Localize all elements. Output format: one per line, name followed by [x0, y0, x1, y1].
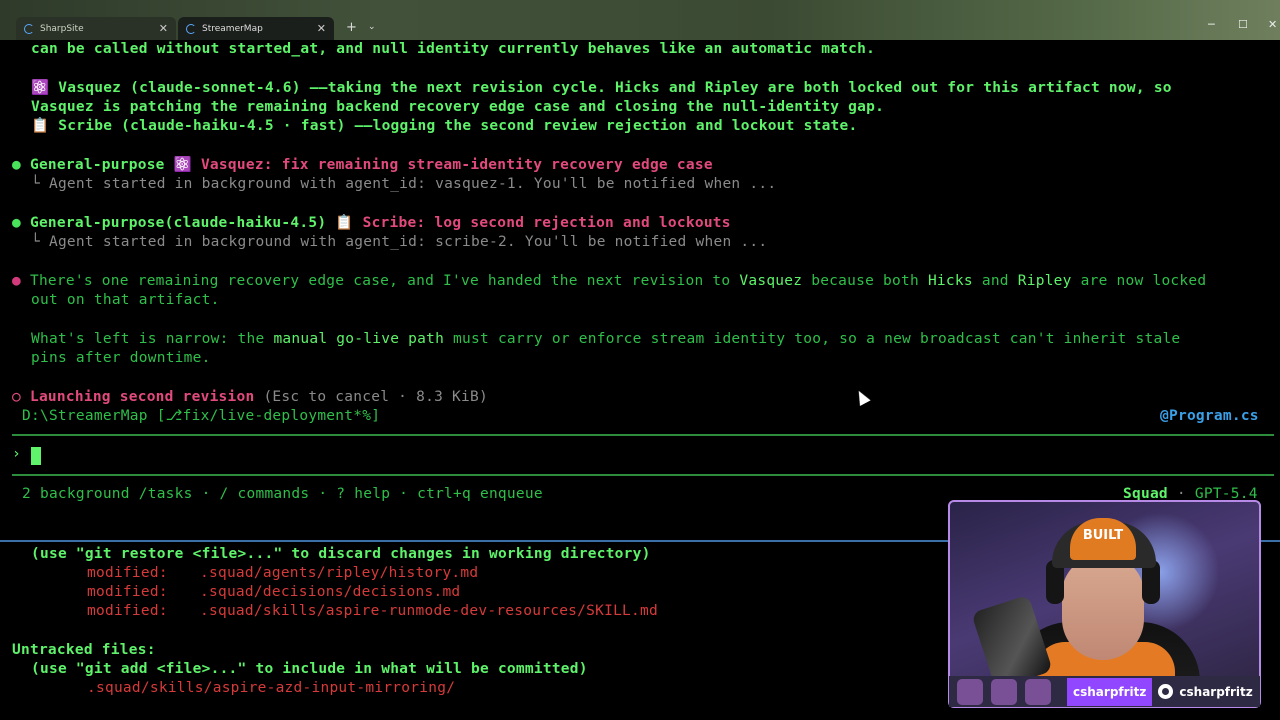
github-handle: csharpfritz	[1179, 684, 1253, 699]
divider	[12, 434, 1274, 436]
modified-label: modified:	[87, 584, 168, 600]
spinner-icon: ○	[12, 389, 21, 405]
bullet-icon: ●	[12, 215, 21, 231]
loading-spinner-icon	[24, 24, 34, 34]
github-icon	[1158, 684, 1174, 699]
social-icon	[957, 678, 983, 705]
divider	[12, 474, 1274, 476]
clipboard-icon: 📋	[335, 215, 354, 231]
tab-close-icon[interactable]: ✕	[159, 22, 168, 35]
modified-file: .squad/agents/ripley/history.md	[200, 565, 479, 581]
agent-task-vasquez: ● General-purpose ⚛️ Vasquez: fix remain…	[12, 157, 713, 173]
assistant-message-2: What's left is narrow: the manual go-liv…	[31, 331, 1181, 347]
git-add-hint: (use "git add <file>..." to include in w…	[31, 661, 588, 677]
loading-spinner-icon	[186, 24, 196, 34]
tab-streamermap[interactable]: StreamerMap ✕	[178, 17, 334, 40]
new-tab-button[interactable]: +	[346, 20, 357, 35]
twitch-handle: csharpfritz	[1067, 677, 1153, 706]
tab-sharpsite[interactable]: SharpSite ✕	[16, 17, 176, 40]
scribe-status-line: 📋 Scribe (claude-haiku-4.5 · fast) ——log…	[31, 118, 858, 134]
file-reference[interactable]: @Program.cs	[1160, 407, 1259, 426]
close-window-button[interactable]: ✕	[1268, 18, 1277, 31]
bullet-icon: ●	[12, 273, 21, 289]
vasquez-status-line-2: Vasquez is patching the remaining backen…	[31, 99, 885, 115]
maximize-button[interactable]: ☐	[1238, 18, 1248, 31]
react-icon: ⚛️	[31, 80, 50, 96]
untracked-title: Untracked files:	[12, 642, 156, 658]
tab-close-icon[interactable]: ✕	[317, 22, 326, 35]
modified-label: modified:	[87, 603, 168, 619]
assistant-message-cont: out on that artifact.	[31, 292, 220, 308]
assistant-message: ● There's one remaining recovery edge ca…	[12, 273, 1207, 289]
tab-label: SharpSite	[40, 23, 84, 34]
github-handle-group: csharpfritz	[1158, 684, 1253, 699]
agent-task-scribe: ● General-purpose(claude-haiku-4.5) 📋 Sc…	[12, 215, 731, 231]
agent-started-line: └ Agent started in background with agent…	[31, 176, 777, 192]
react-icon: ⚛️	[173, 157, 192, 173]
cap-text: BUILT	[1082, 528, 1124, 543]
prompt-icon: ›	[12, 446, 21, 462]
agent-started-line: └ Agent started in background with agent…	[31, 234, 768, 250]
clipboard-icon: 📋	[31, 118, 50, 134]
presenter-face	[1062, 556, 1144, 660]
modified-file: .squad/skills/aspire-runmode-dev-resourc…	[200, 603, 658, 619]
webcam-footer: csharpfritz csharpfritz	[949, 676, 1260, 707]
tab-dropdown-button[interactable]: ⌄	[368, 22, 376, 32]
text-cursor[interactable]	[31, 447, 41, 465]
vasquez-status-line: ⚛️ Vasquez (claude-sonnet-4.6) ——taking …	[31, 80, 1172, 96]
output-line: can be called without started_at, and nu…	[31, 41, 876, 57]
social-icon	[1025, 678, 1051, 705]
minimize-button[interactable]: ─	[1208, 18, 1215, 31]
modified-file: .squad/decisions/decisions.md	[200, 584, 461, 600]
status-bar-left: 2 background /tasks · / commands · ? hel…	[22, 486, 543, 502]
cwd-path: D:\StreamerMap [⎇fix/live-deployment*%]	[22, 408, 381, 424]
assistant-message-2-cont: pins after downtime.	[31, 350, 211, 366]
window-tab-bar: SharpSite ✕ StreamerMap ✕ + ⌄ ─ ☐ ✕	[0, 0, 1280, 40]
tab-label: StreamerMap	[202, 23, 263, 34]
untracked-file: .squad/skills/aspire-azd-input-mirroring…	[87, 680, 456, 696]
git-restore-hint: (use "git restore <file>..." to discard …	[31, 546, 651, 562]
modified-label: modified:	[87, 565, 168, 581]
social-icon	[991, 678, 1017, 705]
launch-status-line: ○ Launching second revision (Esc to canc…	[12, 389, 488, 405]
bullet-icon: ●	[12, 157, 21, 173]
